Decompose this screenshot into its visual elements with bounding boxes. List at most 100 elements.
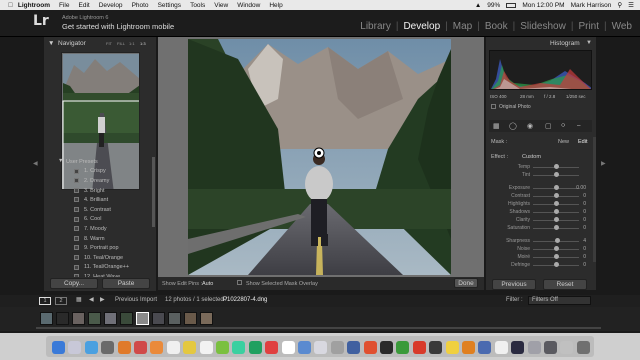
menu-help[interactable]: Help	[269, 2, 282, 9]
dock-app-icon[interactable]	[248, 341, 262, 354]
slider-knob[interactable]	[554, 262, 559, 267]
slider-row[interactable]: Contrast 0	[486, 192, 596, 200]
module-library[interactable]: Library	[360, 21, 391, 32]
grid-view-icon[interactable]: ▦	[76, 296, 82, 303]
slider-row[interactable]: Shadows 0	[486, 208, 596, 216]
mask-overlay-checkbox[interactable]	[237, 280, 242, 285]
dock-app-icon[interactable]	[412, 341, 426, 354]
menu-develop[interactable]: Develop	[99, 2, 123, 9]
slider-row[interactable]: Highlights 0	[486, 200, 596, 208]
dock-app-icon[interactable]	[347, 341, 361, 354]
screen-2-button[interactable]: 2	[55, 297, 67, 305]
slider-knob[interactable]	[554, 164, 559, 169]
wifi-icon[interactable]: ▲	[475, 2, 481, 9]
dock-app-icon[interactable]	[527, 341, 541, 354]
zoom-1-1[interactable]: 1:1	[129, 41, 135, 46]
user-name[interactable]: Mark Harrison	[571, 2, 612, 9]
dock-app-icon[interactable]	[298, 341, 311, 354]
preset-item[interactable]: 4. Brilliant	[46, 195, 154, 205]
module-develop[interactable]: Develop	[403, 21, 440, 32]
slider-value[interactable]: 4	[583, 238, 586, 244]
module-book[interactable]: Book	[485, 21, 508, 32]
menu-tools[interactable]: Tools	[190, 2, 205, 9]
menu-photo[interactable]: Photo	[132, 2, 149, 9]
dock-app-icon[interactable]	[445, 341, 459, 354]
preset-item[interactable]: 11. Teal/Orange++	[46, 263, 154, 273]
dock-app-icon[interactable]	[166, 341, 180, 354]
film-thumbnail[interactable]	[200, 312, 213, 325]
slider-knob[interactable]	[554, 193, 559, 198]
slider-row[interactable]: Sharpness 4	[486, 237, 596, 245]
original-photo-checkbox[interactable]	[491, 104, 496, 109]
module-web[interactable]: Web	[612, 21, 632, 32]
source-label[interactable]: Previous Import	[115, 297, 157, 303]
dock-app-icon[interactable]	[150, 341, 164, 354]
slider-value[interactable]: 0	[583, 201, 586, 207]
preset-item[interactable]: 10. Teal/Orange	[46, 253, 154, 263]
reset-button[interactable]: Reset	[543, 279, 587, 290]
film-thumbnail[interactable]	[72, 312, 85, 325]
menu-view[interactable]: View	[214, 2, 228, 9]
dock-app-icon[interactable]	[462, 341, 475, 354]
slider-knob[interactable]	[554, 225, 559, 230]
slider-value[interactable]: 0	[583, 193, 586, 199]
done-button[interactable]: Done	[454, 278, 478, 288]
screen-1-button[interactable]: 1	[39, 297, 51, 305]
menu-window[interactable]: Window	[237, 2, 260, 9]
slider-knob[interactable]	[554, 172, 559, 177]
slider-value[interactable]: 0	[583, 254, 586, 260]
dock-app-icon[interactable]	[429, 341, 443, 354]
preset-item[interactable]: 8. Warm	[46, 234, 154, 244]
dock-app-icon[interactable]	[560, 341, 574, 354]
mask-edit-button[interactable]: Edit	[578, 139, 587, 145]
zoom-1-3[interactable]: 1:3	[140, 41, 146, 46]
zoom-fill[interactable]: FILL	[117, 41, 125, 46]
main-photo[interactable]	[188, 39, 451, 275]
dock-app-icon[interactable]	[183, 341, 197, 354]
dock-app-icon[interactable]	[84, 341, 98, 354]
dock-app-icon[interactable]	[380, 341, 393, 354]
slider-knob[interactable]	[554, 254, 559, 259]
effect-select[interactable]: Custom	[522, 154, 541, 160]
expand-triangle-icon[interactable]: ▼	[58, 158, 63, 164]
slider-value[interactable]: 0	[583, 225, 586, 231]
menu-app[interactable]: Lightroom	[18, 2, 50, 9]
menu-edit[interactable]: Edit	[79, 2, 90, 9]
dock-app-icon[interactable]	[363, 341, 377, 354]
preset-item[interactable]: 9. Portrait pop	[46, 243, 154, 253]
preset-item[interactable]: 2. Dreamy	[46, 176, 154, 186]
previous-button[interactable]: Previous	[492, 279, 536, 290]
film-thumbnail[interactable]	[120, 312, 133, 325]
dock-app-icon[interactable]	[511, 341, 525, 354]
slider-value[interactable]: 0	[583, 246, 586, 252]
film-thumbnail[interactable]	[56, 312, 69, 325]
edit-pins-select[interactable]: Auto	[202, 281, 213, 287]
preset-item[interactable]: 7. Moody	[46, 224, 154, 234]
slider-knob[interactable]	[555, 238, 561, 243]
slider-knob[interactable]	[554, 217, 559, 222]
preset-item[interactable]: 1. Crispy	[46, 167, 154, 177]
navigator-header[interactable]: ▼ Navigator FIT FILL 1:1 1:3	[44, 39, 156, 49]
right-scrollbar[interactable]	[593, 137, 596, 262]
slider-row[interactable]: Tint	[486, 171, 596, 179]
menu-settings[interactable]: Settings	[158, 2, 182, 9]
dock-app-icon[interactable]	[52, 341, 65, 354]
slider-value[interactable]: 0	[583, 262, 586, 268]
dock-app-icon[interactable]	[265, 341, 279, 354]
dock-app-icon[interactable]	[314, 341, 328, 354]
left-panel-toggle-icon[interactable]: ◀	[33, 160, 38, 167]
crop-tool-icon[interactable]: ▦	[493, 122, 500, 130]
slider-knob[interactable]	[554, 209, 559, 214]
filter-select[interactable]: Filters Off	[528, 296, 591, 305]
slider-knob[interactable]	[554, 201, 559, 206]
radial-filter-icon[interactable]: ○	[561, 122, 565, 129]
search-icon[interactable]: ⚲	[617, 1, 622, 9]
film-thumbnail[interactable]	[40, 312, 53, 325]
menu-file[interactable]: File	[59, 2, 69, 9]
dock-app-icon[interactable]	[544, 341, 557, 354]
dock-app-icon[interactable]	[576, 341, 590, 354]
slider-row[interactable]: Temp	[486, 163, 596, 171]
slider-value[interactable]: 0	[583, 209, 586, 215]
photo-view[interactable]	[158, 37, 484, 277]
film-thumbnail[interactable]	[184, 312, 197, 325]
